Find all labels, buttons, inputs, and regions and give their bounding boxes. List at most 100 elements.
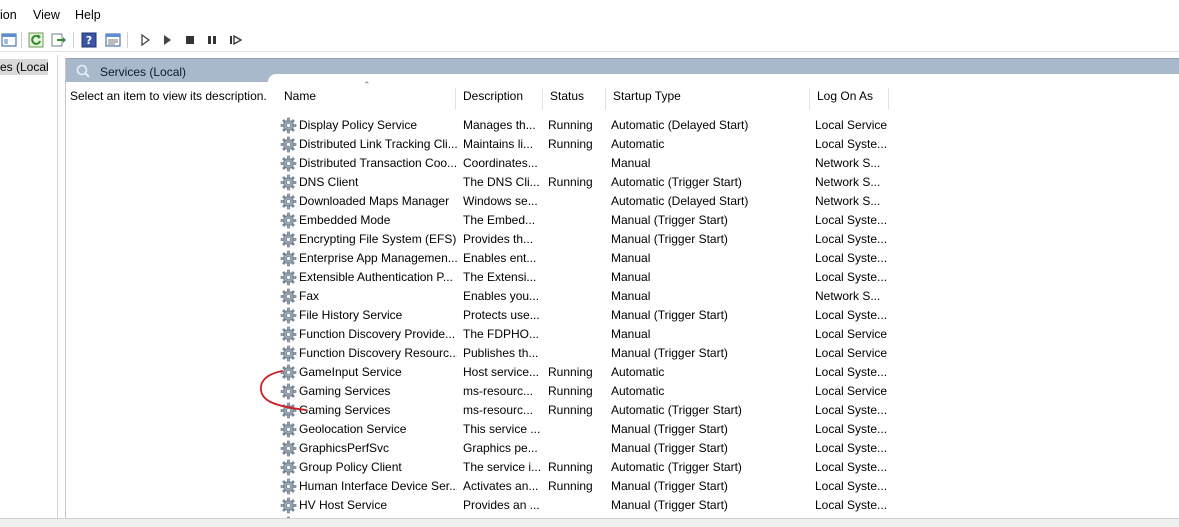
service-description: Windows se...	[463, 194, 538, 208]
table-row[interactable]: Distributed Link Tracking Cli... Maintain…	[268, 135, 888, 154]
gear-icon	[280, 478, 297, 495]
play-alt-icon[interactable]	[158, 31, 176, 49]
service-log-on-as: Local Syste...	[815, 460, 888, 474]
menu-action[interactable]: ion	[0, 8, 17, 22]
service-log-on-as: Local Syste...	[815, 403, 888, 417]
service-status: Running	[548, 460, 593, 474]
service-name: Downloaded Maps Manager	[299, 194, 450, 208]
gear-icon	[280, 212, 297, 229]
table-row[interactable]: Function Discovery Resourc... Publishes t…	[268, 344, 888, 363]
gear-icon	[280, 231, 297, 248]
service-description: This service ...	[463, 422, 541, 436]
properties-icon[interactable]	[104, 31, 122, 49]
table-row[interactable]: Extensible Authentication P... The Extens…	[268, 268, 888, 287]
table-row[interactable]: Embedded Mode The Embed... Manual (Trigger…	[268, 211, 888, 230]
table-row[interactable]: Function Discovery Provide... The FDPHO..…	[268, 325, 888, 344]
column-header-description[interactable]: Description	[457, 88, 543, 110]
tree-node-services-local[interactable]: es (Local)	[0, 59, 48, 75]
console-tree: es (Local)	[0, 55, 58, 527]
resume-icon[interactable]	[227, 31, 245, 49]
gear-icon	[280, 193, 297, 210]
services-table: ⌃ Name Description Status Startup Type L…	[268, 74, 1179, 527]
service-log-on-as: Local Syste...	[815, 137, 888, 151]
search-icon	[75, 63, 91, 79]
service-description: Coordinates...	[463, 156, 538, 170]
table-row[interactable]: Downloaded Maps Manager Windows se... Auto…	[268, 192, 888, 211]
table-row[interactable]: HV Host Service Provides an ... Manual (Tr…	[268, 496, 888, 515]
service-log-on-as: Local Service	[815, 118, 888, 132]
gear-icon	[280, 288, 297, 305]
service-status: Running	[548, 479, 593, 493]
table-row[interactable]: Group Policy Client The service i... Runni…	[268, 458, 888, 477]
service-name: Enterprise App Managemen...	[299, 251, 457, 265]
service-startup-type: Automatic (Trigger Start)	[611, 175, 742, 189]
service-startup-type: Automatic	[611, 384, 665, 398]
menu-help[interactable]: Help	[75, 8, 101, 22]
gear-icon	[280, 402, 297, 419]
service-startup-type: Manual (Trigger Start)	[611, 232, 728, 246]
gear-icon	[280, 364, 297, 381]
service-status: Running	[548, 403, 593, 417]
table-row[interactable]: Enterprise App Managemen... Enables ent..…	[268, 249, 888, 268]
service-description: The Extensi...	[463, 270, 537, 284]
table-row[interactable]: GraphicsPerfSvc Graphics pe... Manual (Tri…	[268, 439, 888, 458]
gear-icon	[280, 440, 297, 457]
gear-icon	[280, 250, 297, 267]
table-row[interactable]: Fax Enables you... Manual Network S...	[268, 287, 888, 306]
service-status: Running	[548, 175, 593, 189]
service-name: Extensible Authentication P...	[299, 270, 453, 284]
service-startup-type: Automatic (Delayed Start)	[611, 194, 749, 208]
service-log-on-as: Local Syste...	[815, 308, 888, 322]
service-startup-type: Manual (Trigger Start)	[611, 422, 728, 436]
export-icon[interactable]	[50, 31, 68, 49]
gear-icon	[280, 383, 297, 400]
gear-icon	[280, 117, 297, 134]
gear-icon	[280, 174, 297, 191]
stop-icon[interactable]	[181, 31, 199, 49]
service-description: ms-resourc...	[463, 403, 534, 417]
column-header-status[interactable]: Status	[544, 88, 606, 110]
column-header-log-on-as[interactable]: Log On As	[811, 88, 889, 110]
service-status: Running	[548, 384, 593, 398]
service-status: Running	[548, 118, 593, 132]
table-row[interactable]: Gaming Services ms-resourc... Running Autom…	[268, 382, 888, 401]
console-tree-icon[interactable]	[0, 31, 18, 49]
service-log-on-as: Local Syste...	[815, 498, 888, 512]
service-name: Function Discovery Resourc...	[299, 346, 457, 360]
play-icon[interactable]	[136, 31, 154, 49]
service-startup-type: Automatic	[611, 137, 665, 151]
service-description: The Embed...	[463, 213, 536, 227]
gear-icon	[280, 307, 297, 324]
service-startup-type: Manual	[611, 289, 651, 303]
service-name: Gaming Services	[299, 403, 391, 417]
gear-icon	[280, 269, 297, 286]
table-row[interactable]: Distributed Transaction Coo... Coordinate…	[268, 154, 888, 173]
table-row[interactable]: File History Service Protects use... Manua…	[268, 306, 888, 325]
service-log-on-as: Local Syste...	[815, 479, 888, 493]
service-name: DNS Client	[299, 175, 359, 189]
service-startup-type: Manual (Trigger Start)	[611, 308, 728, 322]
service-description: Graphics pe...	[463, 441, 538, 455]
service-log-on-as: Local Service	[815, 327, 888, 341]
description-hint: Select an item to view its description.	[70, 89, 267, 103]
service-name: Geolocation Service	[299, 422, 407, 436]
table-row[interactable]: Encrypting File System (EFS) Provides th.…	[268, 230, 888, 249]
service-name: Distributed Transaction Coo...	[299, 156, 457, 170]
table-row[interactable]: Display Policy Service Manages th... Runni…	[268, 116, 888, 135]
column-header-name[interactable]: Name	[278, 88, 456, 110]
table-row[interactable]: Gaming Services ms-resourc... Running Autom…	[268, 401, 888, 420]
table-row[interactable]: GameInput Service Host service... Running A…	[268, 363, 888, 382]
table-row[interactable]: Human Interface Device Ser... Activates a…	[268, 477, 888, 496]
service-startup-type: Manual	[611, 270, 651, 284]
refresh-icon[interactable]	[27, 31, 45, 49]
service-startup-type: Manual	[611, 251, 651, 265]
service-name: Human Interface Device Ser...	[299, 479, 457, 493]
help-icon[interactable]: ?	[80, 31, 98, 49]
table-row[interactable]: Geolocation Service This service ... Manua…	[268, 420, 888, 439]
pause-icon[interactable]	[203, 31, 221, 49]
service-description: The service i...	[463, 460, 541, 474]
menu-view[interactable]: View	[33, 8, 60, 22]
column-header-startup-type[interactable]: Startup Type	[607, 88, 810, 110]
service-startup-type: Manual (Trigger Start)	[611, 479, 728, 493]
table-row[interactable]: DNS Client The DNS Cli... Running Automatic…	[268, 173, 888, 192]
